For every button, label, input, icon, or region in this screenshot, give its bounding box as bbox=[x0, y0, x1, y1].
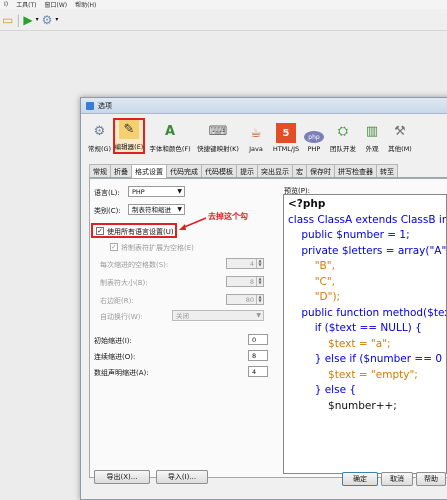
separator: | bbox=[16, 12, 21, 27]
category-team[interactable]: ⛭ 团队开发 bbox=[327, 118, 359, 154]
annotation-arrow bbox=[179, 217, 207, 230]
category-appearance[interactable]: ▥ 外观 bbox=[360, 118, 384, 154]
menu-window[interactable]: 窗口(W) bbox=[44, 0, 67, 9]
menu-item[interactable]: I) bbox=[4, 1, 8, 8]
cancel-button[interactable]: 取消 bbox=[381, 472, 413, 486]
category-php[interactable]: php PHP bbox=[302, 118, 326, 154]
php-icon: php bbox=[304, 131, 324, 143]
category-misc[interactable]: ⚒ 其他(M) bbox=[385, 118, 415, 154]
array-indent-label: 数组声明缩进(A): bbox=[94, 369, 149, 377]
category-toolbar: ⚙ 常规(G) ✎ 编辑器(E) A 字体和颜色(F) ⌨ 快捷键映射(K) ☕… bbox=[87, 118, 447, 156]
tab-highlighting[interactable]: 突出显示 bbox=[257, 164, 293, 177]
tab-on-save[interactable]: 保存时 bbox=[306, 164, 335, 177]
category-select[interactable]: 制表符和缩进 ▼ bbox=[128, 204, 185, 215]
array-indent-input[interactable]: 4 bbox=[248, 366, 268, 377]
code-line: <?php bbox=[288, 198, 326, 210]
spinner-arrows-icon[interactable]: ▲ ▼ bbox=[256, 295, 263, 304]
code-line: "C", bbox=[288, 275, 336, 288]
spinner-arrows-icon[interactable]: ▲ ▼ bbox=[256, 277, 263, 286]
chevron-down-icon: ▼ bbox=[177, 206, 182, 213]
tab-size-label: 制表符大小(B): bbox=[100, 279, 148, 287]
dropdown-icon[interactable]: ▾ bbox=[36, 12, 39, 28]
app-icon bbox=[86, 101, 94, 110]
line-wrap-label: 自动换行(W): bbox=[100, 313, 143, 321]
appearance-icon: ▥ bbox=[365, 123, 379, 139]
code-line: public $number = 1; bbox=[288, 229, 410, 241]
tab-code-completion[interactable]: 代码完成 bbox=[166, 164, 202, 177]
export-button[interactable]: 导出(X)... bbox=[94, 470, 150, 484]
help-button[interactable]: 帮助 bbox=[416, 472, 446, 486]
expand-tabs-checkbox[interactable]: ✓ bbox=[110, 243, 118, 251]
editor-tabs: 常规 折叠 格式设置 代码完成 代码模板 提示 突出显示 宏 保存时 拼写检查器… bbox=[89, 164, 447, 179]
category-editor[interactable]: ✎ 编辑器(E) bbox=[113, 118, 145, 154]
gear-icon: ⚙ bbox=[93, 123, 106, 139]
category-general[interactable]: ⚙ 常规(G) bbox=[87, 118, 112, 154]
code-line: } else if ($number == 0 && bbox=[288, 353, 447, 365]
folder-icon[interactable]: ▭ bbox=[2, 12, 13, 28]
language-label: 语言(L): bbox=[94, 189, 120, 197]
menu-tools[interactable]: 工具(T) bbox=[16, 0, 36, 9]
category-label: 类别(C): bbox=[94, 207, 121, 215]
tab-macros[interactable]: 宏 bbox=[292, 164, 307, 177]
language-select[interactable]: PHP ▼ bbox=[128, 186, 185, 197]
code-line: private $letters = array("A", bbox=[288, 244, 447, 257]
html5-icon: 5 bbox=[276, 123, 296, 143]
misc-icon: ⚒ bbox=[394, 123, 406, 139]
category-html-js[interactable]: 5 HTML/JS bbox=[271, 118, 301, 154]
category-java[interactable]: ☕ Java bbox=[242, 118, 270, 154]
menu-help[interactable]: 帮助(H) bbox=[75, 0, 96, 9]
tab-size-spinner[interactable]: 8 ▲ ▼ bbox=[226, 276, 264, 287]
dialog-title: 选项 bbox=[98, 101, 112, 110]
use-all-languages-checkbox[interactable]: ✓ bbox=[96, 227, 104, 235]
initial-indent-label: 初始缩进(I): bbox=[94, 337, 132, 345]
expand-tabs-label: 将制表符扩展为空格(E) bbox=[121, 244, 194, 252]
java-icon: ☕ bbox=[250, 125, 262, 141]
import-button[interactable]: 导入(I)... bbox=[156, 470, 208, 484]
tab-hints[interactable]: 提示 bbox=[236, 164, 258, 177]
code-preview[interactable]: <?php class ClassA extends ClassB impl p… bbox=[283, 194, 447, 474]
main-toolbar: ▭ | ▶ ▾ ⚙ ▾ bbox=[0, 9, 447, 31]
tab-general[interactable]: 常规 bbox=[89, 164, 111, 177]
code-line: $text = "a"; bbox=[288, 337, 391, 350]
continuation-indent-input[interactable]: 8 bbox=[248, 350, 268, 361]
code-line: $number++; bbox=[288, 399, 397, 412]
chevron-down-icon: ▼ bbox=[177, 188, 182, 195]
code-line: class ClassA extends ClassB impl bbox=[288, 213, 447, 226]
indent-spaces-label: 每次缩进的空格数(S): bbox=[100, 261, 169, 269]
ok-button[interactable]: 确定 bbox=[342, 472, 378, 486]
font-color-icon: A bbox=[164, 123, 176, 139]
chevron-down-icon: ▼ bbox=[256, 312, 261, 319]
tab-goto[interactable]: 转至 bbox=[376, 164, 398, 177]
menu-bar: I) 工具(T) 窗口(W) 帮助(H) bbox=[0, 0, 447, 9]
code-line: $text = "empty"; bbox=[288, 368, 418, 381]
team-icon: ⛭ bbox=[337, 123, 349, 139]
code-line: if ($text == NULL) { bbox=[288, 322, 422, 334]
right-margin-spinner[interactable]: 80 ▲ ▼ bbox=[226, 294, 264, 305]
spinner-arrows-icon[interactable]: ▲ ▼ bbox=[256, 259, 263, 268]
code-line: "D"); bbox=[288, 291, 341, 303]
keyboard-icon: ⌨ bbox=[208, 123, 228, 139]
code-line: public function method($text bbox=[288, 306, 447, 319]
continuation-indent-label: 连续缩进(O): bbox=[94, 353, 136, 361]
editor-icon: ✎ bbox=[119, 120, 139, 139]
tab-spellchecker[interactable]: 拼写检查器 bbox=[334, 164, 377, 177]
dropdown-icon[interactable]: ▾ bbox=[55, 12, 58, 28]
annotation-text: 去掉这个勾 bbox=[208, 212, 248, 221]
code-line: } else { bbox=[288, 384, 357, 396]
right-margin-label: 右边距(R): bbox=[100, 297, 134, 305]
tab-formatting[interactable]: 格式设置 bbox=[131, 164, 167, 179]
build-icon[interactable]: ⚙ bbox=[42, 12, 53, 28]
line-wrap-select[interactable]: 关闭 ▼ bbox=[172, 310, 264, 321]
tab-folding[interactable]: 折叠 bbox=[110, 164, 132, 177]
run-icon[interactable]: ▶ bbox=[23, 12, 32, 28]
indent-spaces-spinner[interactable]: 4 ▲ ▼ bbox=[226, 258, 264, 269]
dialog-titlebar: 选项 bbox=[81, 98, 447, 114]
use-all-languages-label: 使用所有语言设置(U) bbox=[107, 228, 174, 236]
initial-indent-input[interactable]: 0 bbox=[248, 334, 268, 345]
category-keymap[interactable]: ⌨ 快捷键映射(K) bbox=[195, 118, 241, 154]
category-fonts-colors[interactable]: A 字体和颜色(F) bbox=[146, 118, 194, 154]
tab-code-templates[interactable]: 代码模板 bbox=[201, 164, 237, 177]
code-line: "B", bbox=[288, 260, 335, 272]
